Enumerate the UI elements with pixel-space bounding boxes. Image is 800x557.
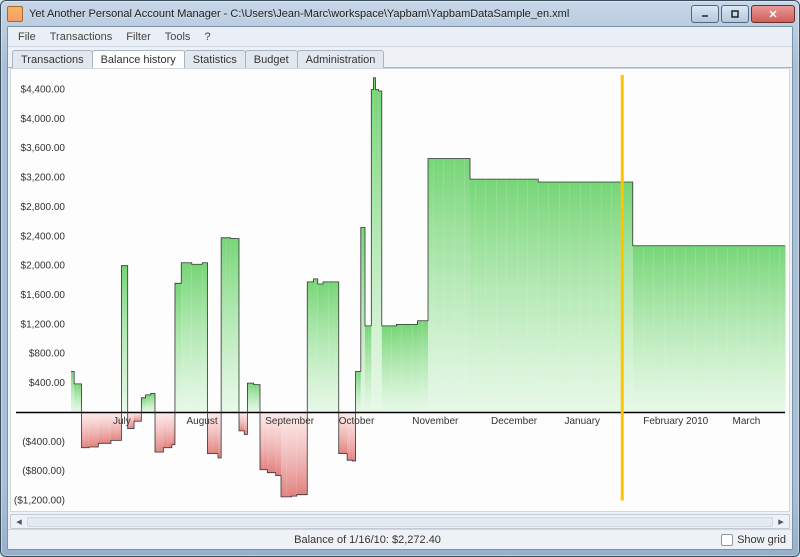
status-balance: Balance of 1/16/10: $2,272.40 — [14, 534, 721, 546]
svg-text:$4,400.00: $4,400.00 — [21, 85, 66, 96]
svg-text:March: March — [733, 417, 761, 428]
menu-help[interactable]: ? — [198, 29, 216, 45]
horizontal-scrollbar[interactable]: ◂ ▸ — [10, 514, 790, 530]
tab-statistics[interactable]: Statistics — [184, 50, 246, 68]
svg-text:$2,000.00: $2,000.00 — [21, 261, 66, 272]
svg-text:($800.00): ($800.00) — [22, 467, 65, 478]
tab-administration[interactable]: Administration — [297, 50, 385, 68]
balance-chart[interactable]: $4,400.00 $4,000.00 $3,600.00 $3,200.00 $2,8… — [10, 68, 790, 511]
svg-text:$1,600.00: $1,600.00 — [21, 291, 66, 302]
menu-file[interactable]: File — [12, 29, 42, 45]
svg-text:$800.00: $800.00 — [29, 349, 66, 360]
tab-balance-history[interactable]: Balance history — [92, 50, 185, 68]
show-grid-checkbox-box[interactable] — [721, 534, 733, 546]
svg-text:$400.00: $400.00 — [29, 379, 66, 390]
svg-text:January: January — [565, 417, 601, 428]
scroll-right-icon[interactable]: ▸ — [775, 516, 787, 528]
svg-text:$3,200.00: $3,200.00 — [21, 173, 66, 184]
svg-text:December: December — [491, 417, 538, 428]
title-bar: Yet Another Personal Account Manager - C… — [1, 1, 799, 26]
menu-transactions[interactable]: Transactions — [44, 29, 119, 45]
minimize-button[interactable] — [691, 5, 719, 23]
close-button[interactable] — [751, 5, 795, 23]
client-area: File Transactions Filter Tools ? Transac… — [7, 26, 793, 550]
svg-text:$3,600.00: $3,600.00 — [21, 144, 66, 155]
app-window: Yet Another Personal Account Manager - C… — [0, 0, 800, 557]
window-title: Yet Another Personal Account Manager - C… — [29, 8, 691, 20]
svg-text:August: August — [187, 417, 218, 428]
tab-bar: Transactions Balance history Statistics … — [8, 47, 792, 69]
svg-text:October: October — [339, 417, 375, 428]
scroll-track[interactable] — [27, 517, 773, 527]
menu-tools[interactable]: Tools — [159, 29, 197, 45]
tab-transactions[interactable]: Transactions — [12, 50, 93, 68]
svg-text:($1,200.00): ($1,200.00) — [14, 496, 65, 507]
show-grid-checkbox[interactable]: Show grid — [721, 534, 786, 546]
svg-text:July: July — [113, 417, 131, 428]
maximize-button[interactable] — [721, 5, 749, 23]
menu-bar: File Transactions Filter Tools ? — [8, 27, 792, 47]
svg-text:$1,200.00: $1,200.00 — [21, 320, 66, 331]
menu-filter[interactable]: Filter — [120, 29, 156, 45]
scroll-left-icon[interactable]: ◂ — [13, 516, 25, 528]
svg-text:($400.00): ($400.00) — [22, 437, 65, 448]
tab-budget[interactable]: Budget — [245, 50, 298, 68]
show-grid-label: Show grid — [737, 534, 786, 546]
svg-text:$2,400.00: $2,400.00 — [21, 232, 66, 243]
app-icon — [7, 6, 23, 22]
status-bar: Balance of 1/16/10: $2,272.40 Show grid — [8, 529, 792, 549]
svg-text:$4,000.00: $4,000.00 — [21, 114, 66, 125]
svg-text:November: November — [412, 417, 459, 428]
svg-text:February 2010: February 2010 — [643, 417, 709, 428]
svg-text:$2,800.00: $2,800.00 — [21, 202, 66, 213]
svg-text:September: September — [265, 417, 315, 428]
